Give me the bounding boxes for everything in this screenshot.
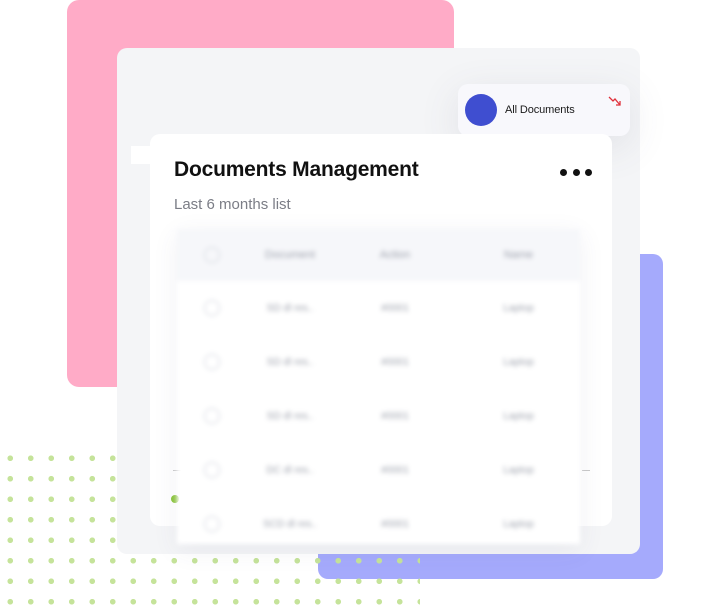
name-cell: Laptop (503, 464, 534, 476)
row-checkbox[interactable] (204, 462, 220, 478)
documents-table: Document Action Name SD dl res.. #0001 L… (177, 229, 580, 544)
card-title: Documents Management (174, 158, 419, 181)
more-dot (585, 168, 592, 176)
divider-mark (582, 470, 590, 471)
row-checkbox[interactable] (204, 408, 220, 424)
table-row[interactable]: SD dl res.. #0001 Laptop (177, 335, 580, 389)
document-cell: SD dl res.. (266, 410, 314, 422)
name-cell: Laptop (503, 302, 534, 314)
action-cell: #0001 (381, 464, 409, 476)
table-header: Document Action Name (177, 229, 580, 281)
notification-label: All Documents (505, 104, 575, 116)
action-cell: #0001 (381, 410, 409, 422)
row-checkbox[interactable] (204, 300, 220, 316)
table-row[interactable]: SCD dl res.. #0001 Laptop (177, 497, 580, 544)
checkbox-cell (177, 354, 247, 370)
select-all-checkbox[interactable] (204, 247, 220, 263)
checkbox-cell (177, 300, 247, 316)
more-options-icon[interactable] (560, 164, 592, 180)
document-cell: SCD dl res.. (263, 518, 317, 530)
header-checkbox-cell (177, 247, 247, 263)
header-name[interactable]: Name (457, 249, 580, 261)
more-dot (572, 168, 580, 176)
table-row[interactable]: SD dl res.. #0001 Laptop (177, 389, 580, 443)
document-cell: DC dl res.. (266, 464, 314, 476)
name-cell: Laptop (503, 518, 534, 530)
name-cell: Laptop (503, 356, 534, 368)
header-document[interactable]: Document (247, 249, 333, 261)
row-checkbox[interactable] (204, 516, 220, 532)
all-documents-notification[interactable]: All Documents (458, 84, 630, 136)
header-action[interactable]: Action (333, 249, 457, 261)
action-cell: #0001 (381, 518, 409, 530)
action-cell: #0001 (381, 356, 409, 368)
document-cell: SD dl res.. (266, 356, 314, 368)
trend-down-icon (608, 96, 621, 106)
card-subtitle: Last 6 months list (174, 196, 291, 213)
document-cell: SD dl res.. (266, 302, 314, 314)
checkbox-cell (177, 516, 247, 532)
name-cell: Laptop (503, 410, 534, 422)
table-row[interactable]: DC dl res.. #0001 Laptop (177, 443, 580, 497)
avatar (465, 94, 497, 126)
checkbox-cell (177, 408, 247, 424)
action-cell: #0001 (381, 302, 409, 314)
table-row[interactable]: SD dl res.. #0001 Laptop (177, 281, 580, 335)
more-dot (560, 168, 567, 176)
checkbox-cell (177, 462, 247, 478)
row-checkbox[interactable] (204, 354, 220, 370)
